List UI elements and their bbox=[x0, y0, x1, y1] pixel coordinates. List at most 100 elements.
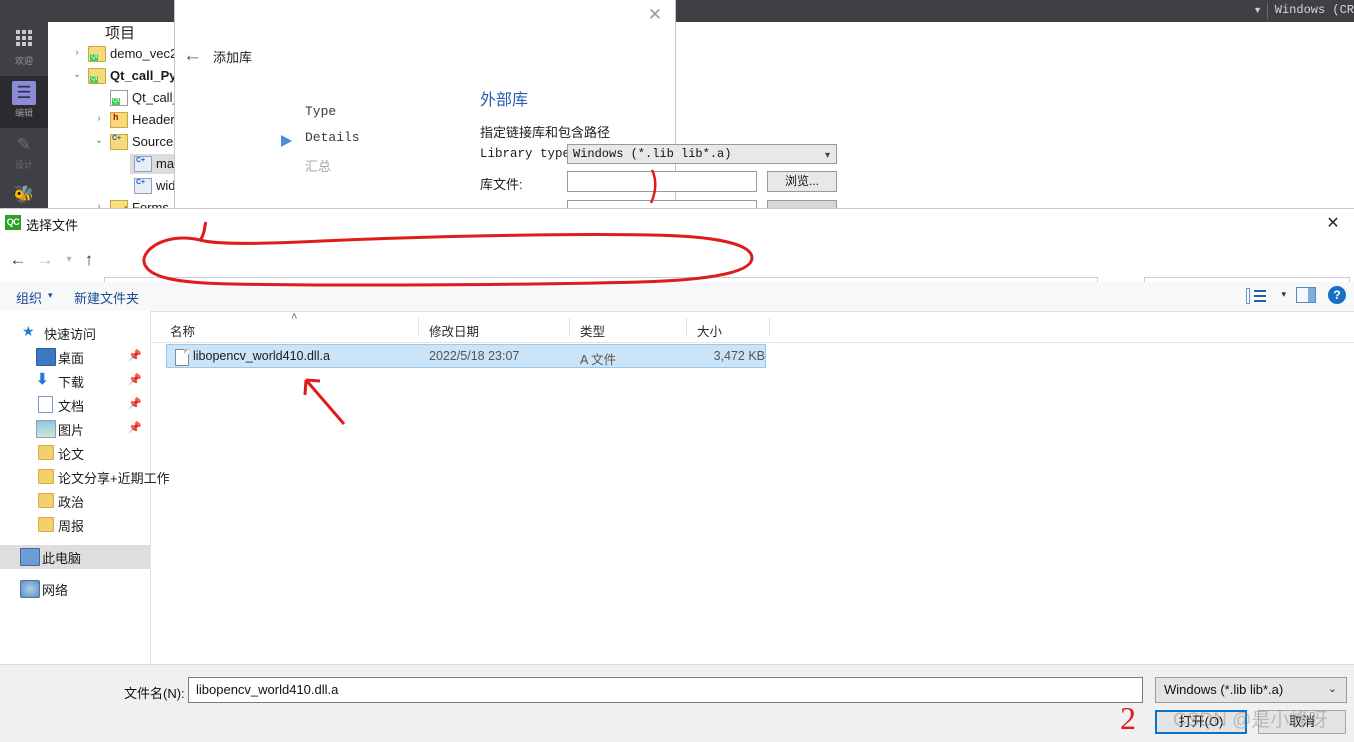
add-library-title: 添加库 bbox=[213, 50, 253, 65]
headers-folder-icon bbox=[110, 112, 128, 128]
sidebar-item-label: 快速访问 bbox=[44, 327, 97, 342]
folder-icon bbox=[38, 445, 54, 460]
filename-input[interactable]: libopencv_world410.dll.a bbox=[188, 677, 1143, 703]
generic-file-icon bbox=[175, 349, 189, 366]
chevron-down-icon[interactable]: ⌄ bbox=[70, 69, 84, 80]
file-name-cell: libopencv_world410.dll.a bbox=[193, 349, 330, 363]
library-type-value: Windows (*.lib lib*.a) bbox=[573, 147, 732, 161]
filename-value: libopencv_world410.dll.a bbox=[196, 682, 339, 697]
sidebar-item-quick-access[interactable]: ★ 快速访问 bbox=[0, 321, 150, 345]
project-panel-title: 项目 bbox=[105, 25, 136, 42]
pin-icon[interactable]: 📌 bbox=[128, 397, 142, 410]
ide-toolbar-caret-icon[interactable]: ▼ bbox=[1253, 5, 1262, 15]
column-header-name[interactable]: 名称 bbox=[170, 321, 195, 340]
view-layout-icon[interactable] bbox=[1246, 288, 1266, 304]
sidebar-item-desktop[interactable]: 桌面 📌 bbox=[0, 345, 150, 369]
lib-file-input[interactable] bbox=[567, 171, 757, 192]
column-header-type[interactable]: 类型 bbox=[580, 321, 605, 340]
sidebar-item-network[interactable]: 网络 bbox=[0, 577, 150, 601]
editor-icon: ☰ bbox=[12, 81, 36, 105]
sidebar-item-label: 图片 bbox=[58, 423, 85, 438]
chevron-down-icon[interactable]: ▾ bbox=[48, 290, 53, 301]
network-icon bbox=[20, 580, 40, 598]
qt-project-icon bbox=[88, 46, 106, 62]
ide-toolbar-encoding[interactable]: Windows (CR bbox=[1275, 3, 1354, 17]
qt-project-icon bbox=[88, 68, 106, 84]
close-icon[interactable]: ✕ bbox=[643, 4, 667, 26]
this-pc-icon bbox=[20, 548, 40, 566]
sidebar-item-pictures[interactable]: 图片 📌 bbox=[0, 417, 150, 441]
grid-icon bbox=[12, 29, 36, 53]
ide-mode-edit-label: 编辑 bbox=[14, 108, 33, 118]
ide-mode-welcome[interactable]: 欢迎 bbox=[0, 24, 48, 76]
ide-mode-design-label: 设计 bbox=[14, 160, 33, 170]
chevron-down-icon: ▾ bbox=[824, 151, 830, 162]
arrow-right-icon: → bbox=[36, 250, 54, 269]
browse-button[interactable]: 浏览... bbox=[767, 171, 837, 192]
annotation-step-number: 2 bbox=[1120, 700, 1136, 736]
pencil-icon: ✎ bbox=[16, 135, 32, 154]
filetype-select[interactable]: Windows (*.lib lib*.a) ⌄ bbox=[1155, 677, 1347, 703]
pictures-icon bbox=[36, 420, 56, 438]
chevron-right-icon[interactable]: › bbox=[92, 113, 106, 124]
file-dialog-navigation-row: ← → ▾ ↑ › 此电脑 › 新加卷 (D:) › opencv410 › o… bbox=[0, 239, 1354, 304]
file-open-dialog: QC 选择文件 ✕ ← → ▾ ↑ › 此电脑 › 新加卷 (D:) › ope… bbox=[0, 208, 1354, 742]
column-divider[interactable] bbox=[769, 318, 770, 337]
chevron-down-icon[interactable]: ⌄ bbox=[92, 135, 106, 146]
chevron-down-icon[interactable]: ▾ bbox=[1281, 289, 1286, 300]
ide-mode-design[interactable]: ✎ 设计 bbox=[0, 128, 48, 180]
sidebar-item-this-pc[interactable]: 此电脑 bbox=[0, 545, 150, 569]
open-button[interactable]: 打开(O) bbox=[1155, 710, 1247, 734]
arrow-left-icon[interactable]: ← bbox=[5, 247, 31, 273]
pin-icon[interactable]: 📌 bbox=[128, 349, 142, 362]
wizard-step-summary[interactable]: 汇总 bbox=[305, 156, 360, 182]
quick-access-star-icon: ★ bbox=[22, 323, 35, 339]
pin-icon[interactable]: 📌 bbox=[128, 373, 142, 386]
file-list-header: ˄ 名称 修改日期 类型 大小 bbox=[151, 311, 1354, 343]
qt-creator-app-icon: QC bbox=[5, 215, 21, 230]
column-header-size[interactable]: 大小 bbox=[697, 321, 722, 340]
file-type-cell: A 文件 bbox=[580, 353, 617, 367]
file-dialog-title: 选择文件 bbox=[26, 218, 79, 233]
library-type-select[interactable]: Windows (*.lib lib*.a) ▾ bbox=[567, 144, 837, 164]
preview-pane-icon[interactable] bbox=[1296, 287, 1316, 303]
ide-mode-edit[interactable]: ☰ 编辑 bbox=[0, 76, 48, 128]
close-icon[interactable]: ✕ bbox=[1320, 213, 1346, 235]
sidebar-item-papers[interactable]: 论文 bbox=[0, 441, 150, 465]
column-divider[interactable] bbox=[418, 318, 419, 337]
sidebar-item-label: 论文分享+近期工作 bbox=[58, 471, 170, 486]
help-icon[interactable]: ? bbox=[1328, 286, 1346, 304]
pin-icon[interactable]: 📌 bbox=[128, 421, 142, 434]
arrow-up-icon[interactable]: ↑ bbox=[76, 247, 102, 273]
sidebar-item-label: 桌面 bbox=[58, 351, 85, 366]
organize-button[interactable]: 组织 bbox=[16, 288, 42, 307]
sidebar-item-downloads[interactable]: ⬇ 下载 📌 bbox=[0, 369, 150, 393]
sidebar-item-politics[interactable]: 政治 bbox=[0, 489, 150, 513]
filename-label: 文件名(N): bbox=[124, 686, 185, 701]
file-dialog-footer: 文件名(N): libopencv_world410.dll.a Windows… bbox=[0, 664, 1354, 742]
lib-file-label: 库文件: bbox=[480, 177, 523, 192]
table-row[interactable]: libopencv_world410.dll.a 2022/5/18 23:07… bbox=[166, 344, 766, 368]
folder-icon bbox=[38, 469, 54, 484]
documents-icon bbox=[38, 396, 53, 413]
add-library-dialog: ✕ ← 添加库 Type Details 汇总 外部库 指定链接库和包含路径 L… bbox=[175, 0, 837, 221]
sidebar-item-weekly-report[interactable]: 周报 bbox=[0, 513, 150, 537]
column-divider[interactable] bbox=[686, 318, 687, 337]
external-library-heading: 外部库 bbox=[480, 92, 529, 109]
column-header-modified[interactable]: 修改日期 bbox=[429, 321, 479, 340]
bug-icon: 🐝 bbox=[13, 185, 35, 204]
downloads-icon: ⬇ bbox=[36, 371, 49, 388]
sidebar-item-documents[interactable]: 文档 📌 bbox=[0, 393, 150, 417]
sidebar-item-paper-share[interactable]: 论文分享+近期工作 bbox=[0, 465, 170, 489]
new-folder-button[interactable]: 新建文件夹 bbox=[74, 288, 139, 307]
column-divider[interactable] bbox=[569, 318, 570, 337]
back-arrow-icon[interactable]: ← bbox=[183, 45, 202, 67]
sidebar-item-label: 文档 bbox=[58, 399, 85, 414]
library-type-label: Library type: bbox=[480, 147, 578, 161]
cancel-button[interactable]: 取消 bbox=[1258, 710, 1346, 734]
chevron-down-icon: ⌄ bbox=[1327, 683, 1337, 695]
chevron-right-icon[interactable]: › bbox=[70, 47, 84, 58]
wizard-steps: Type Details 汇总 bbox=[281, 104, 360, 182]
wizard-step-details[interactable]: Details bbox=[281, 130, 360, 156]
wizard-step-type[interactable]: Type bbox=[305, 104, 360, 130]
